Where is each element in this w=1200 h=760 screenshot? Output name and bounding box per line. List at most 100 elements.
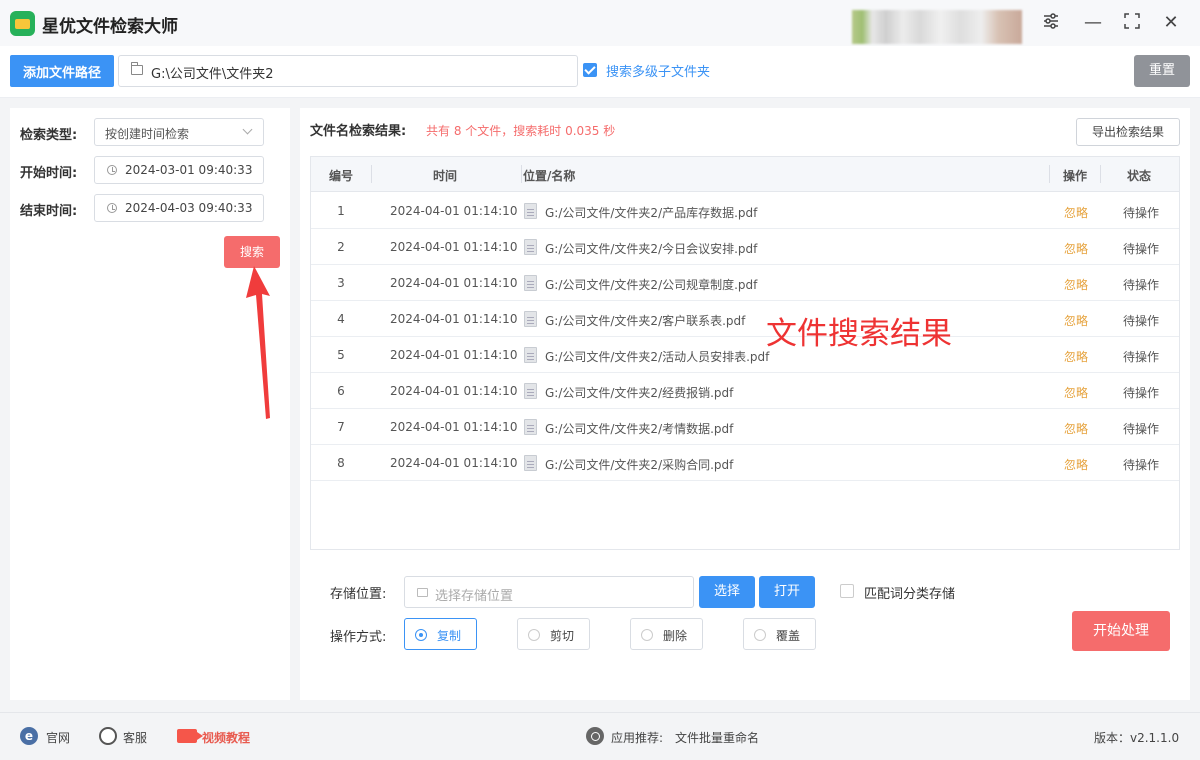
start-time-picker[interactable]: 2024-03-01 09:40:33	[94, 156, 264, 184]
radio-delete-label: 删除	[663, 629, 688, 643]
row-number: 6	[337, 384, 345, 398]
file-icon	[524, 347, 537, 363]
open-location-button[interactable]: 打开	[759, 576, 815, 608]
row-number: 8	[337, 456, 345, 470]
column-time: 时间	[433, 169, 458, 183]
classify-checkbox[interactable]	[840, 584, 854, 598]
file-icon	[524, 275, 537, 291]
radio-cut[interactable]: 剪切	[517, 618, 590, 650]
export-results-button[interactable]: 导出检索结果	[1076, 118, 1180, 146]
start-processing-button[interactable]: 开始处理	[1072, 611, 1170, 651]
website-link[interactable]: 官网	[46, 729, 70, 746]
radio-copy[interactable]: 复制	[404, 618, 477, 650]
radio-overwrite[interactable]: 覆盖	[743, 618, 816, 650]
row-time: 2024-04-01 01:14:10	[390, 456, 518, 470]
row-number: 5	[337, 348, 345, 362]
footer: e 官网 客服 视频教程 应用推荐: 文件批量重命名 版本：v2.1.1.0	[0, 712, 1200, 760]
user-avatar[interactable]	[852, 10, 1022, 44]
filter-panel: 检索类型: 按创建时间检索 开始时间: 2024-03-01 09:40:33 …	[10, 108, 290, 700]
choose-location-button[interactable]: 选择	[699, 576, 755, 608]
ignore-link[interactable]: 忽略	[1061, 312, 1091, 329]
version-text: 版本：v2.1.1.0	[1094, 731, 1180, 745]
end-time-picker[interactable]: 2024-04-03 09:40:33	[94, 194, 264, 222]
row-number: 7	[337, 420, 345, 434]
storage-location-input[interactable]: 选择存储位置	[404, 576, 694, 608]
radio-copy-label: 复制	[437, 629, 462, 643]
results-annotation: 文件搜索结果	[766, 316, 952, 352]
path-bar: 添加文件路径 G:\公司文件\文件夹2 搜索多级子文件夹 重置	[0, 46, 1200, 98]
video-tutorial-link[interactable]: 视频教程	[202, 729, 250, 746]
column-path: 位置/名称	[523, 169, 576, 183]
settings-icon[interactable]	[1040, 12, 1062, 34]
row-time: 2024-04-01 01:14:10	[390, 384, 518, 398]
row-number: 2	[337, 240, 345, 254]
column-action: 操作	[1063, 169, 1088, 183]
column-divider	[371, 165, 372, 183]
ignore-link[interactable]: 忽略	[1061, 384, 1091, 401]
file-icon	[524, 383, 537, 399]
app-logo-icon	[10, 11, 35, 36]
file-icon	[524, 455, 537, 471]
row-path: G:/公司文件/文件夹2/今日会议安排.pdf	[545, 242, 758, 256]
table-row[interactable]: 3 2024-04-01 01:14:10 G:/公司文件/文件夹2/公司规章制…	[311, 265, 1179, 301]
row-status: 待操作	[1122, 278, 1159, 292]
row-number: 4	[337, 312, 345, 326]
ignore-link[interactable]: 忽略	[1061, 204, 1091, 221]
minimize-button[interactable]: —	[1082, 12, 1104, 34]
ignore-link[interactable]: 忽略	[1061, 240, 1091, 257]
table-row[interactable]: 5 2024-04-01 01:14:10 G:/公司文件/文件夹2/活动人员安…	[311, 337, 1179, 373]
path-input[interactable]: G:\公司文件\文件夹2	[118, 55, 578, 87]
maximize-button[interactable]	[1121, 12, 1143, 34]
ignore-link[interactable]: 忽略	[1061, 276, 1091, 293]
table-row[interactable]: 6 2024-04-01 01:14:10 G:/公司文件/文件夹2/经费报销.…	[311, 373, 1179, 409]
table-row[interactable]: 8 2024-04-01 01:14:10 G:/公司文件/文件夹2/采购合同.…	[311, 445, 1179, 481]
row-time: 2024-04-01 01:14:10	[390, 276, 518, 290]
ignore-link[interactable]: 忽略	[1061, 348, 1091, 365]
end-time-value: 2024-04-03 09:40:33	[125, 201, 253, 215]
ignore-link[interactable]: 忽略	[1061, 456, 1091, 473]
add-path-button[interactable]: 添加文件路径	[10, 55, 114, 87]
radio-dot	[754, 629, 766, 641]
table-row[interactable]: 1 2024-04-01 01:14:10 G:/公司文件/文件夹2/产品库存数…	[311, 193, 1179, 229]
chat-icon	[99, 727, 117, 745]
column-status: 状态	[1127, 169, 1152, 183]
row-time: 2024-04-01 01:14:10	[390, 204, 518, 218]
radio-delete[interactable]: 删除	[630, 618, 703, 650]
table-row[interactable]: 4 2024-04-01 01:14:10 G:/公司文件/文件夹2/客户联系表…	[311, 301, 1179, 337]
storage-label: 存储位置:	[330, 587, 387, 602]
recommend-app-link[interactable]: 文件批量重命名	[675, 729, 759, 746]
row-status: 待操作	[1122, 242, 1159, 256]
file-icon	[524, 203, 537, 219]
subfolder-checkbox[interactable]	[583, 63, 597, 77]
reset-button[interactable]: 重置	[1134, 55, 1190, 87]
results-title: 文件名检索结果:	[310, 124, 407, 139]
column-number: 编号	[329, 169, 354, 183]
table-row[interactable]: 2 2024-04-01 01:14:10 G:/公司文件/文件夹2/今日会议安…	[311, 229, 1179, 265]
classify-label[interactable]: 匹配词分类存储	[864, 583, 955, 602]
results-panel: 文件名检索结果: 共有 8 个文件，搜索耗时 0.035 秒 导出检索结果 编号…	[300, 108, 1190, 700]
results-summary: 共有 8 个文件，搜索耗时 0.035 秒	[426, 124, 616, 138]
clock-icon	[107, 165, 117, 175]
support-link[interactable]: 客服	[123, 729, 147, 746]
ignore-link[interactable]: 忽略	[1061, 420, 1091, 437]
search-button[interactable]: 搜索	[224, 236, 280, 268]
recommend-label: 应用推荐:	[611, 731, 664, 745]
ie-icon: e	[20, 727, 38, 745]
row-path: G:/公司文件/文件夹2/客户联系表.pdf	[545, 314, 746, 328]
close-button[interactable]: ✕	[1160, 12, 1182, 34]
table-row[interactable]: 7 2024-04-01 01:14:10 G:/公司文件/文件夹2/考情数据.…	[311, 409, 1179, 445]
chevron-down-icon	[242, 124, 253, 135]
row-status: 待操作	[1122, 314, 1159, 328]
radio-dot	[415, 629, 427, 641]
results-table: 编号 时间 位置/名称 操作 状态 1 2024-04-01 01:14:10 …	[310, 156, 1180, 550]
subfolder-label[interactable]: 搜索多级子文件夹	[606, 61, 710, 80]
search-type-select[interactable]: 按创建时间检索	[94, 118, 264, 146]
file-icon	[524, 311, 537, 327]
row-number: 1	[337, 204, 345, 218]
path-value: G:\公司文件\文件夹2	[151, 67, 274, 82]
column-divider	[1049, 165, 1050, 183]
clock-icon	[107, 203, 117, 213]
row-status: 待操作	[1122, 350, 1159, 364]
row-status: 待操作	[1122, 458, 1159, 472]
title-bar: 星优文件检索大师 — ✕	[0, 0, 1200, 46]
